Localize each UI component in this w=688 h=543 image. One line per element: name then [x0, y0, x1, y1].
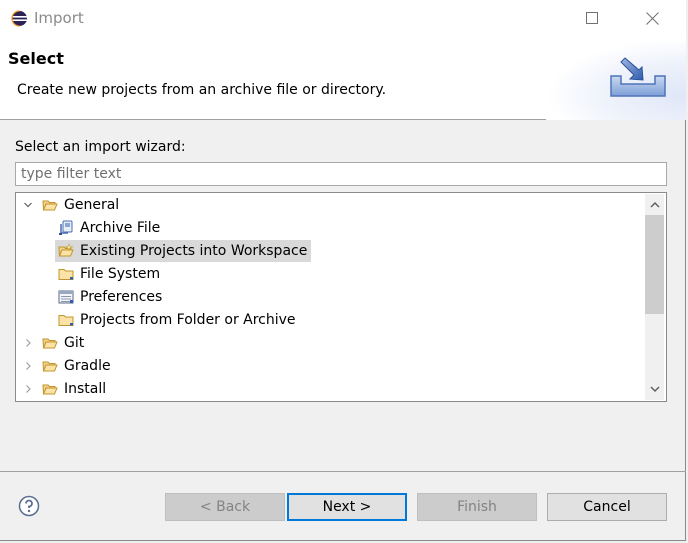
tree-item-label: Gradle [64, 358, 111, 374]
archive-file-icon [58, 220, 74, 236]
vertical-scrollbar[interactable] [645, 194, 664, 400]
folder-icon [58, 266, 74, 282]
close-icon [645, 11, 659, 25]
close-button[interactable] [629, 0, 675, 36]
folder-open-icon [42, 381, 58, 397]
scroll-thumb[interactable] [645, 215, 664, 314]
tree-item-label: Archive File [80, 220, 161, 236]
eclipse-icon [11, 10, 27, 27]
tree-item-projects-from-folder[interactable]: Projects from Folder or Archive [58, 309, 298, 331]
tree-item-install[interactable]: Install [22, 378, 108, 400]
maximize-icon [586, 12, 598, 24]
tree-item-existing-projects[interactable]: Existing Projects into Workspace [55, 240, 312, 262]
scroll-up-button[interactable] [645, 196, 664, 214]
title-bar: Import [0, 0, 686, 38]
folder-open-icon [42, 358, 58, 374]
page-title: Select [8, 49, 64, 68]
tree-item-file-system[interactable]: File System [58, 263, 162, 285]
help-icon[interactable] [18, 495, 40, 517]
filter-input[interactable] [15, 162, 667, 186]
tree-item-preferences[interactable]: Preferences [58, 286, 164, 308]
tree-item-git[interactable]: Git [22, 332, 86, 354]
folder-open-icon [42, 197, 58, 213]
chevron-down-icon [649, 386, 660, 393]
tree-item-general[interactable]: General [22, 194, 121, 216]
finish-button[interactable]: Finish [417, 493, 537, 521]
folder-icon [58, 312, 74, 328]
tree-item-label: Existing Projects into Workspace [80, 243, 308, 259]
chevron-right-icon[interactable] [22, 337, 34, 349]
wizard-label: Select an import wizard: [15, 139, 186, 155]
tree-item-gradle[interactable]: Gradle [22, 355, 113, 377]
window-title: Import [34, 9, 84, 27]
existing-projects-icon [58, 243, 74, 259]
page-description: Create new projects from an archive file… [17, 82, 387, 98]
chevron-right-icon[interactable] [22, 383, 34, 395]
tree-item-label: General [64, 197, 120, 213]
chevron-down-icon[interactable] [22, 199, 34, 211]
wizard-header: Select Create new projects from an archi… [0, 38, 686, 120]
next-button[interactable]: Next > [287, 493, 407, 521]
tree-item-label: Projects from Folder or Archive [80, 312, 296, 328]
tree-item-label: Install [64, 381, 107, 397]
scroll-down-button[interactable] [645, 380, 664, 398]
chevron-up-icon [649, 201, 660, 208]
tree-item-archive-file[interactable]: Archive File [58, 217, 162, 239]
chevron-right-icon[interactable] [22, 360, 34, 372]
cancel-button[interactable]: Cancel [547, 493, 667, 521]
preferences-icon [58, 289, 74, 305]
maximize-button[interactable] [569, 0, 615, 36]
tree-item-label: File System [80, 266, 161, 282]
tree-item-label: Git [64, 335, 85, 351]
folder-open-icon [42, 335, 58, 351]
import-wizard-icon [610, 57, 666, 97]
wizard-tree: General Archive File Existing Projects i… [15, 192, 667, 402]
back-button[interactable]: < Back [165, 493, 285, 521]
import-dialog: Import Select Create new projects from a… [0, 0, 686, 541]
footer-divider [0, 471, 686, 472]
tree-item-label: Preferences [80, 289, 163, 305]
